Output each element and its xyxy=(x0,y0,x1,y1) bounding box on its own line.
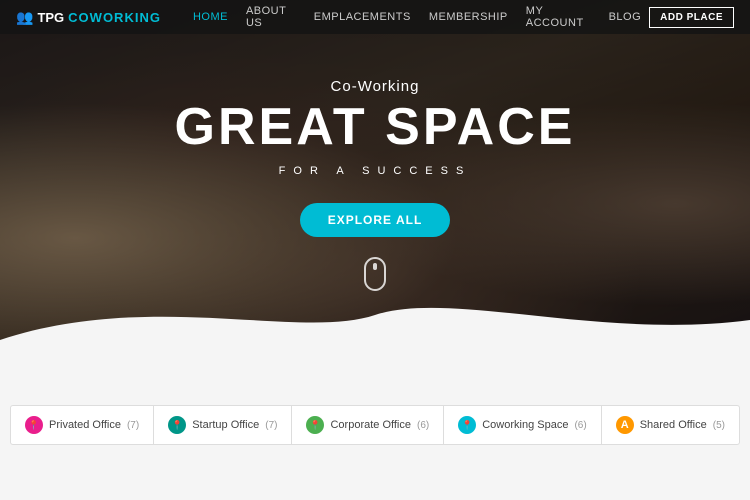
shared-office-icon: A xyxy=(616,416,634,434)
logo-tpg: TPG xyxy=(37,10,64,25)
category-shared-office[interactable]: A Shared Office (5) xyxy=(602,406,739,444)
category-startup-office[interactable]: 📍 Startup Office (7) xyxy=(154,406,292,444)
coworking-space-icon: 📍 xyxy=(458,416,476,434)
logo[interactable]: 👥 TPG COWORKING xyxy=(16,9,161,26)
nav-blog[interactable]: BLOG xyxy=(601,0,650,34)
corporate-office-icon: 📍 xyxy=(306,416,324,434)
hero-title: GREAT SPACE xyxy=(175,101,576,153)
privated-office-icon: 📍 xyxy=(25,416,43,434)
startup-office-icon: 📍 xyxy=(168,416,186,434)
nav-links: HOME ABOUT US EMPLACEMENTS MEMBERSHIP MY… xyxy=(185,0,649,34)
hero-subtitle: Co-Working xyxy=(331,78,420,95)
hero-content: Co-Working GREAT SPACE FOR A SUCCESS EXP… xyxy=(0,0,750,340)
add-place-button[interactable]: ADD PLACE xyxy=(649,7,734,28)
category-corporate-office[interactable]: 📍 Corporate Office (6) xyxy=(292,406,444,444)
bottom-section: 📍 Privated Office (7) 📍 Startup Office (… xyxy=(0,340,750,500)
explore-all-button[interactable]: EXPLORE ALL xyxy=(300,203,451,237)
shared-office-count: (5) xyxy=(713,420,725,431)
nav-home[interactable]: HOME xyxy=(185,0,236,34)
privated-office-label: Privated Office xyxy=(49,419,121,431)
startup-office-count: (7) xyxy=(265,420,277,431)
hero-tagline: FOR A SUCCESS xyxy=(279,165,472,177)
logo-coworking: COWORKING xyxy=(68,10,161,25)
privated-office-count: (7) xyxy=(127,420,139,431)
category-privated-office[interactable]: 📍 Privated Office (7) xyxy=(11,406,154,444)
startup-office-label: Startup Office xyxy=(192,419,259,431)
navbar: 👥 TPG COWORKING HOME ABOUT US EMPLACEMEN… xyxy=(0,0,750,34)
logo-icon: 👥 xyxy=(16,9,33,26)
nav-about[interactable]: ABOUT US xyxy=(238,0,304,34)
shared-office-label: Shared Office xyxy=(640,419,707,431)
coworking-space-count: (6) xyxy=(574,420,586,431)
hero-section: Co-Working GREAT SPACE FOR A SUCCESS EXP… xyxy=(0,0,750,340)
category-coworking-space[interactable]: 📍 Coworking Space (6) xyxy=(444,406,601,444)
nav-emplacements[interactable]: EMPLACEMENTS xyxy=(306,0,419,34)
category-bar: 📍 Privated Office (7) 📍 Startup Office (… xyxy=(10,405,740,445)
nav-membership[interactable]: MEMBERSHIP xyxy=(421,0,516,34)
corporate-office-count: (6) xyxy=(417,420,429,431)
coworking-space-label: Coworking Space xyxy=(482,419,568,431)
corporate-office-label: Corporate Office xyxy=(330,419,411,431)
nav-my-account[interactable]: MY ACCOUNT xyxy=(518,0,599,34)
